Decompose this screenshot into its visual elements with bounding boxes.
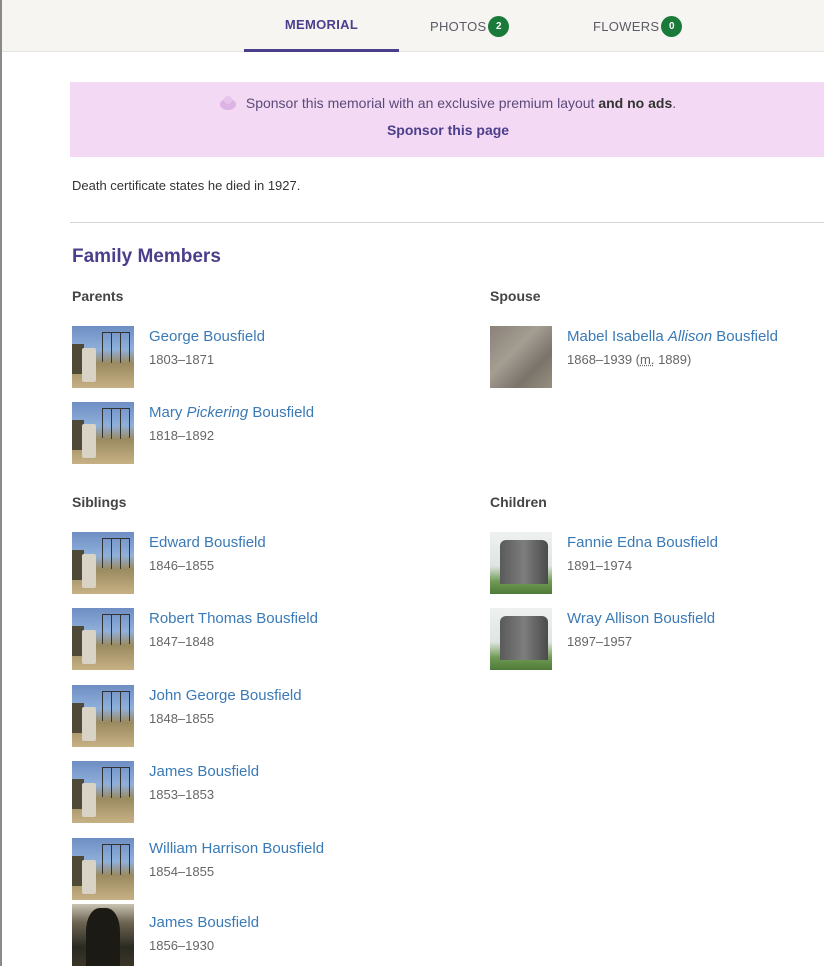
sponsor-banner: Sponsor this memorial with an exclusive … [70,82,824,157]
sponsor-text-end: . [672,95,677,111]
memorial-photo-thumbnail[interactable] [72,608,134,670]
family-member-dates: 1853–1853 [149,787,215,802]
family-member-dates: 1856–1930 [149,938,215,953]
family-member-card[interactable]: James Bousfield 1853–1853 [72,761,432,823]
family-member-name-link[interactable]: William Harrison Bousfield [149,840,324,857]
family-member-card[interactable]: James Bousfield 1856–1930 [72,904,432,966]
sponsor-message: Sponsor this memorial with an exclusive … [70,95,824,111]
family-member-dates: 1848–1855 [149,711,215,726]
tab-flowers[interactable]: FLOWERS 0 [593,0,683,52]
family-member-card[interactable]: Fannie Edna Bousfield 1891–1974 [490,532,824,594]
memorial-photo-thumbnail[interactable] [72,326,134,388]
memorial-photo-thumbnail[interactable] [72,402,134,464]
photos-count-badge: 2 [488,15,510,37]
sponsor-text: Sponsor this memorial with an exclusive … [245,95,595,111]
memorial-photo-thumbnail[interactable] [72,761,134,823]
family-member-dates: 1868–1939 (m. 1889) [567,352,692,367]
family-member-dates: 1847–1848 [149,634,215,649]
bio-note: Death certificate states he died in 1927… [72,178,301,193]
children-label: Children [490,494,547,510]
family-member-dates: 1854–1855 [149,864,215,879]
family-member-dates: 1891–1974 [567,558,633,573]
parents-label: Parents [72,288,124,304]
maiden-name: Pickering [186,404,249,421]
flowers-count-badge: 0 [661,15,683,37]
section-divider [70,222,824,223]
family-member-dates: 1818–1892 [149,428,215,443]
tab-flowers-label: FLOWERS [593,18,660,34]
family-member-name-link[interactable]: Mary Pickering Bousfield [149,404,314,421]
memorial-photo-thumbnail[interactable] [72,838,134,900]
tab-photos-label: PHOTOS [430,18,487,34]
family-member-name-link[interactable]: James Bousfield [149,763,259,780]
family-members-heading: Family Members [72,246,221,267]
tab-memorial-label: MEMORIAL [284,17,359,32]
family-member-card[interactable]: Robert Thomas Bousfield 1847–1848 [72,608,432,670]
siblings-label: Siblings [72,494,127,510]
family-member-card[interactable]: John George Bousfield 1848–1855 [72,685,432,747]
family-member-dates: 1803–1871 [149,352,215,367]
maiden-name: Allison [667,328,713,345]
flower-icon [219,95,236,110]
married-abbreviation: m. [640,352,655,367]
family-member-card[interactable]: Edward Bousfield 1846–1855 [72,532,432,594]
page-frame: MEMORIAL PHOTOS 2 FLOWERS 0 Sponsor this… [0,0,824,966]
spouse-label: Spouse [490,288,541,304]
family-member-dates: 1897–1957 [567,634,633,649]
family-member-name-link[interactable]: James Bousfield [149,914,259,931]
family-member-name-link[interactable]: John George Bousfield [149,687,302,704]
family-member-card[interactable]: George Bousfield 1803–1871 [72,326,432,388]
family-member-name-link[interactable]: George Bousfield [149,328,265,345]
tab-bar: MEMORIAL PHOTOS 2 FLOWERS 0 [2,0,824,52]
family-member-name-link[interactable]: Fannie Edna Bousfield [567,534,718,551]
memorial-photo-thumbnail[interactable] [72,532,134,594]
memorial-photo-thumbnail[interactable] [490,608,552,670]
family-member-card[interactable]: Mabel Isabella Allison Bousfield 1868–19… [490,326,824,388]
tab-photos[interactable]: PHOTOS 2 [430,0,510,52]
memorial-photo-thumbnail[interactable] [72,685,134,747]
family-member-name-link[interactable]: Robert Thomas Bousfield [149,610,318,627]
family-member-name-link[interactable]: Wray Allison Bousfield [567,610,715,627]
memorial-photo-thumbnail[interactable] [490,532,552,594]
memorial-photo-thumbnail[interactable] [490,326,552,388]
tab-memorial[interactable]: MEMORIAL [244,0,399,52]
sponsor-text-bold: and no ads [598,95,673,111]
family-member-name-link[interactable]: Mabel Isabella Allison Bousfield [567,328,778,345]
sponsor-page-link[interactable]: Sponsor this page [387,122,509,138]
family-member-dates: 1846–1855 [149,558,215,573]
family-member-card[interactable]: Mary Pickering Bousfield 1818–1892 [72,402,432,464]
family-member-card[interactable]: Wray Allison Bousfield 1897–1957 [490,608,824,670]
family-member-card[interactable]: William Harrison Bousfield 1854–1855 [72,838,432,900]
memorial-photo-thumbnail[interactable] [72,904,134,966]
family-member-name-link[interactable]: Edward Bousfield [149,534,266,551]
